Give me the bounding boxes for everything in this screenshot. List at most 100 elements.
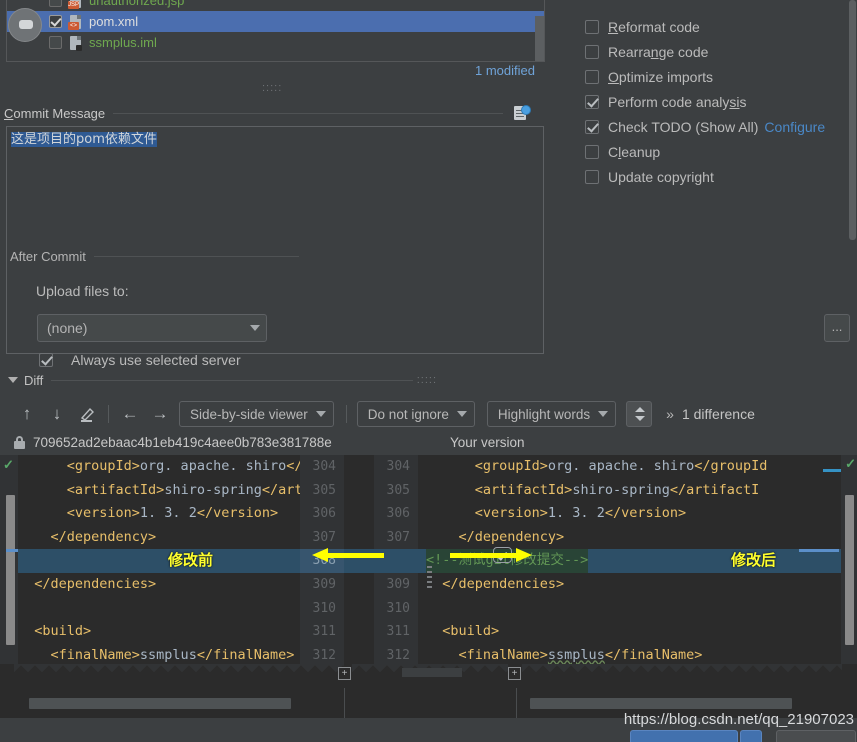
line-number: 305: [386, 482, 410, 498]
code-line: <artifactId>shiro-spring</artifac: [18, 481, 336, 498]
divider: [93, 256, 299, 257]
option-update-copyright[interactable]: Update copyright: [546, 164, 857, 189]
viewer-mode-select[interactable]: Side-by-side viewer: [179, 401, 334, 427]
line-number: 304: [386, 459, 410, 474]
checkbox[interactable]: [585, 119, 599, 134]
left-horizontal-scrollbar[interactable]: [29, 698, 291, 709]
fold-handle[interactable]: [402, 668, 462, 677]
commit-message-header: Commit Message: [4, 103, 545, 123]
line-number: 305: [312, 482, 336, 498]
checkbox[interactable]: [585, 144, 599, 159]
list-item-selected[interactable]: <> pom.xml: [7, 11, 544, 32]
code-line: </dependencies>: [426, 575, 565, 592]
file-list-scrollbar[interactable]: [535, 16, 544, 61]
right-vertical-scrollbar[interactable]: [845, 495, 854, 645]
line-number: 307: [312, 529, 336, 545]
file-checkbox[interactable]: [49, 0, 62, 7]
code-line: <artifactId>shiro-spring</artifactI: [426, 481, 760, 498]
highlight-mode-select[interactable]: Highlight words: [486, 401, 617, 427]
divider: [113, 112, 503, 114]
analysis-marker: [823, 469, 841, 472]
right-code-area[interactable]: <groupId>org. apache. shiro</groupId <ar…: [426, 455, 815, 688]
line-number: 309: [386, 576, 410, 592]
checkbox[interactable]: [585, 94, 599, 109]
checkbox[interactable]: [585, 19, 599, 34]
right-horizontal-scrollbar[interactable]: [530, 698, 792, 709]
lock-icon: [14, 436, 25, 449]
diff-divider-handle[interactable]: [427, 566, 432, 588]
commit-button[interactable]: [630, 730, 738, 742]
code-line: <build>: [18, 623, 92, 640]
code-line: <groupId>org. apache. shiro</groupI: [18, 458, 352, 474]
line-number: 311: [312, 624, 336, 640]
xml-file-icon: <>: [68, 14, 84, 30]
collapse-unchanged-icon[interactable]: [626, 401, 653, 427]
checkbox[interactable]: [585, 69, 599, 84]
diff-pane-headers: 709652ad2ebaac4b1eb419c4aee0b783e381788e…: [0, 433, 857, 455]
expand-region-icon[interactable]: +: [338, 667, 351, 680]
more-actions-icon[interactable]: »: [666, 406, 674, 422]
browse-servers-button[interactable]: ...: [824, 314, 850, 342]
file-checkbox[interactable]: [49, 36, 62, 49]
change-marker: [799, 549, 839, 552]
cancel-button[interactable]: [776, 730, 856, 742]
code-line: <groupId>org. apache. shiro</groupId: [426, 458, 768, 474]
checkbox[interactable]: [585, 44, 599, 59]
upload-files-label: Upload files to:: [36, 283, 129, 299]
right-gutter[interactable]: ✓: [841, 455, 857, 688]
left-gutter[interactable]: ✓: [0, 455, 46, 688]
option-rearrange-code[interactable]: Rearrange code: [546, 39, 857, 64]
option-label: Cleanup: [608, 143, 661, 160]
ignore-mode-select[interactable]: Do not ignore: [356, 401, 475, 427]
arrow-right-icon[interactable]: →: [145, 401, 175, 427]
selected-value: Do not ignore: [367, 406, 449, 422]
no-errors-icon: ✓: [3, 457, 14, 472]
option-reformat-code[interactable]: Reformat code: [546, 14, 857, 39]
list-item[interactable]: JSP unauthorized.jsp: [7, 0, 544, 11]
watermark-text: https://blog.csdn.net/qq_21907023: [623, 711, 854, 728]
arrow-down-icon[interactable]: ↓: [42, 401, 72, 427]
code-line: <build>: [426, 623, 500, 640]
commit-history-icon[interactable]: [513, 105, 531, 121]
help-icon[interactable]: [8, 8, 42, 42]
annotation-before-label: 修改前: [168, 551, 214, 569]
diff-pane-right: 304 305 306 307 308 309 310 311 312 <gro…: [374, 455, 857, 688]
selected-value: Highlight words: [497, 406, 591, 422]
annotation-arrow-right: [450, 548, 532, 562]
pencil-edit-icon[interactable]: [72, 401, 102, 427]
left-vertical-scrollbar[interactable]: [6, 495, 15, 645]
checkbox[interactable]: [585, 169, 599, 184]
arrow-up-icon[interactable]: ↑: [12, 401, 42, 427]
diff-splitter-handle[interactable]: :::::: [417, 374, 437, 386]
expand-region-icon[interactable]: +: [508, 667, 521, 680]
left-code-area[interactable]: <groupId>org. apache. shiro</groupI <art…: [18, 455, 352, 688]
option-label: Optimize imports: [608, 68, 714, 85]
option-check-todo[interactable]: Check TODO (Show All) Configure: [546, 114, 857, 139]
option-label: Rearrange code: [608, 43, 709, 60]
chevron-down-icon: [456, 411, 467, 417]
option-label: Reformat code: [608, 18, 700, 35]
diff-section-header[interactable]: Diff :::::: [0, 369, 857, 391]
line-number: 310: [386, 600, 410, 616]
collapsed-region[interactable]: + +: [0, 664, 857, 688]
option-label: Perform code analysis: [608, 93, 747, 110]
code-line: </dependency>: [18, 528, 157, 545]
option-perform-code-analysis[interactable]: Perform code analysis: [546, 89, 857, 114]
code-line: </dependency>: [426, 528, 565, 545]
option-cleanup[interactable]: Cleanup: [546, 139, 857, 164]
changed-files-list[interactable]: JSP unauthorized.jsp <> pom.xml ssmplus.…: [6, 0, 545, 62]
arrow-left-icon[interactable]: ←: [115, 401, 145, 427]
option-optimize-imports[interactable]: Optimize imports: [546, 64, 857, 89]
splitter-handle[interactable]: :::::: [262, 83, 288, 94]
option-label: Check TODO (Show All): [608, 118, 759, 135]
option-always-use-selected-server[interactable]: Always use selected server: [39, 352, 241, 368]
annotation-after-label: 修改后: [731, 551, 777, 569]
upload-server-select[interactable]: (none): [37, 314, 267, 342]
commit-options-dropdown-button[interactable]: [740, 730, 762, 742]
checkbox[interactable]: [39, 353, 53, 367]
configure-link[interactable]: Configure: [764, 119, 825, 135]
line-number: 309: [312, 576, 336, 592]
file-checkbox[interactable]: [49, 15, 62, 28]
selected-value: (none): [47, 320, 88, 336]
list-item[interactable]: ssmplus.iml: [7, 32, 544, 53]
